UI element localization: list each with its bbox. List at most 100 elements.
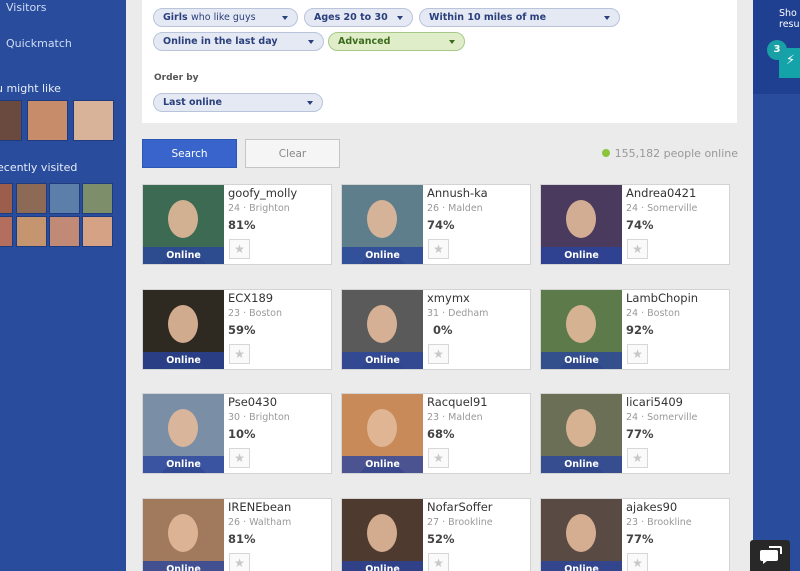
- recent-visit-thumb[interactable]: [16, 183, 47, 214]
- gender-filter-dropdown[interactable]: Girls who like guys: [153, 8, 298, 27]
- star-icon[interactable]: ★: [428, 239, 449, 259]
- profile-photo[interactable]: Online: [342, 394, 423, 473]
- profile-username[interactable]: NofarSoffer: [427, 500, 493, 514]
- chat-icon: [760, 546, 782, 564]
- profile-photo[interactable]: Online: [143, 185, 224, 264]
- profile-photo[interactable]: Online: [541, 185, 622, 264]
- order-by-label: Order by: [154, 73, 199, 83]
- online-status-label: Online: [541, 247, 622, 264]
- star-icon[interactable]: ★: [428, 344, 449, 364]
- profile-card[interactable]: Online goofy_molly 24 · Brighton 81% ★: [142, 184, 332, 265]
- profile-username[interactable]: Pse0430: [228, 395, 277, 409]
- distance-filter-dropdown[interactable]: Within 10 miles of me: [419, 8, 620, 27]
- profile-username[interactable]: ECX189: [228, 291, 273, 305]
- profile-card[interactable]: Online ajakes90 23 · Brookline 77% ★: [540, 498, 730, 571]
- sidebar-item-visitors[interactable]: Visitors: [6, 1, 46, 14]
- online-status-label: Online: [342, 561, 423, 571]
- profile-username[interactable]: IRENEbean: [228, 500, 291, 514]
- recent-visit-thumb[interactable]: [49, 216, 80, 247]
- recent-visit-thumb[interactable]: [82, 216, 113, 247]
- profile-username[interactable]: Annush-ka: [427, 186, 488, 200]
- profile-card[interactable]: Online xmymx 31 · Dedham 0% ★: [341, 289, 531, 370]
- profile-age-location: 24 · Somerville: [626, 203, 698, 214]
- sidebar-item-quickmatch[interactable]: Quickmatch: [6, 37, 72, 50]
- profile-photo[interactable]: Online: [143, 394, 224, 473]
- profile-photo[interactable]: Online: [342, 185, 423, 264]
- recent-visit-thumb[interactable]: [82, 183, 113, 214]
- main-content: Girls who like guys Ages 20 to 30 Within…: [126, 0, 753, 571]
- profile-photo[interactable]: Online: [541, 290, 622, 369]
- profile-card[interactable]: Online NofarSoffer 27 · Brookline 52% ★: [341, 498, 531, 571]
- profile-age-location: 24 · Boston: [626, 308, 680, 319]
- promo-text-line-1: Sho: [779, 8, 797, 19]
- profile-card[interactable]: Online Annush-ka 26 · Malden 74% ★: [341, 184, 531, 265]
- profile-card[interactable]: Online LambChopin 24 · Boston 92% ★: [540, 289, 730, 370]
- recent-visit-thumb[interactable]: [0, 216, 13, 247]
- clear-button[interactable]: Clear: [245, 139, 340, 168]
- might-like-thumb[interactable]: [73, 100, 114, 141]
- profile-card[interactable]: Online ECX189 23 · Boston 59% ★: [142, 289, 332, 370]
- profile-age-location: 24 · Somerville: [626, 412, 698, 423]
- advanced-filter-dropdown[interactable]: Advanced: [328, 32, 465, 51]
- star-icon[interactable]: ★: [428, 553, 449, 571]
- match-percentage: 0%: [433, 323, 453, 337]
- match-percentage: 81%: [228, 532, 256, 546]
- might-like-thumb[interactable]: [0, 100, 22, 141]
- age-filter-label: Ages 20 to 30: [314, 12, 388, 23]
- profile-card[interactable]: Online licari5409 24 · Somerville 77% ★: [540, 393, 730, 474]
- star-icon[interactable]: ★: [229, 448, 250, 468]
- online-count: 155,182 people online: [601, 147, 738, 160]
- profile-username[interactable]: LambChopin: [626, 291, 698, 305]
- online-status-label: Online: [143, 561, 224, 571]
- star-icon[interactable]: ★: [627, 239, 648, 259]
- chevron-down-icon: [307, 101, 313, 105]
- star-icon[interactable]: ★: [229, 239, 250, 259]
- chevron-down-icon: [282, 16, 288, 20]
- recent-visit-thumb[interactable]: [49, 183, 80, 214]
- star-icon[interactable]: ★: [229, 344, 250, 364]
- profile-username[interactable]: xmymx: [427, 291, 470, 305]
- profile-age-location: 27 · Brookline: [427, 517, 493, 528]
- star-icon[interactable]: ★: [627, 448, 648, 468]
- profile-username[interactable]: Racquel91: [427, 395, 488, 409]
- profile-photo[interactable]: Online: [342, 290, 423, 369]
- search-button[interactable]: Search: [142, 139, 237, 168]
- profile-photo[interactable]: Online: [143, 499, 224, 571]
- might-like-thumb[interactable]: [27, 100, 68, 141]
- profile-photo[interactable]: Online: [143, 290, 224, 369]
- star-icon[interactable]: ★: [229, 553, 250, 571]
- order-by-value: Last online: [163, 97, 222, 108]
- recent-visit-thumb[interactable]: [16, 216, 47, 247]
- profile-card[interactable]: Online Andrea0421 24 · Somerville 74% ★: [540, 184, 730, 265]
- profile-username[interactable]: ajakes90: [626, 500, 677, 514]
- distance-filter-label: Within 10 miles of me: [429, 12, 547, 23]
- star-icon[interactable]: ★: [428, 448, 449, 468]
- chevron-down-icon: [449, 40, 455, 44]
- profile-username[interactable]: Andrea0421: [626, 186, 696, 200]
- profile-card[interactable]: Online Pse0430 30 · Brighton 10% ★: [142, 393, 332, 474]
- online-filter-label: Online in the last day: [163, 36, 278, 47]
- online-status-label: Online: [541, 561, 622, 571]
- match-percentage: 74%: [626, 218, 654, 232]
- online-status-label: Online: [342, 352, 423, 369]
- profile-age-location: 23 · Boston: [228, 308, 282, 319]
- profile-card[interactable]: Online IRENEbean 26 · Waltham 81% ★: [142, 498, 332, 571]
- recent-visit-thumb[interactable]: [0, 183, 13, 214]
- profile-card[interactable]: Online Racquel91 23 · Malden 68% ★: [341, 393, 531, 474]
- profile-age-location: 23 · Brookline: [626, 517, 692, 528]
- profile-username[interactable]: licari5409: [626, 395, 683, 409]
- profile-age-location: 26 · Waltham: [228, 517, 292, 528]
- profile-photo[interactable]: Online: [342, 499, 423, 571]
- online-filter-dropdown[interactable]: Online in the last day: [153, 32, 324, 51]
- profile-age-location: 23 · Malden: [427, 412, 483, 423]
- age-filter-dropdown[interactable]: Ages 20 to 30: [304, 8, 413, 27]
- profile-photo[interactable]: Online: [541, 394, 622, 473]
- order-by-dropdown[interactable]: Last online: [153, 93, 323, 112]
- profile-username[interactable]: goofy_molly: [228, 186, 297, 200]
- filter-panel: Girls who like guys Ages 20 to 30 Within…: [142, 0, 737, 123]
- star-icon[interactable]: ★: [627, 553, 648, 571]
- chat-button[interactable]: [750, 540, 790, 571]
- star-icon[interactable]: ★: [627, 344, 648, 364]
- profile-photo[interactable]: Online: [541, 499, 622, 571]
- match-percentage: 52%: [427, 532, 455, 546]
